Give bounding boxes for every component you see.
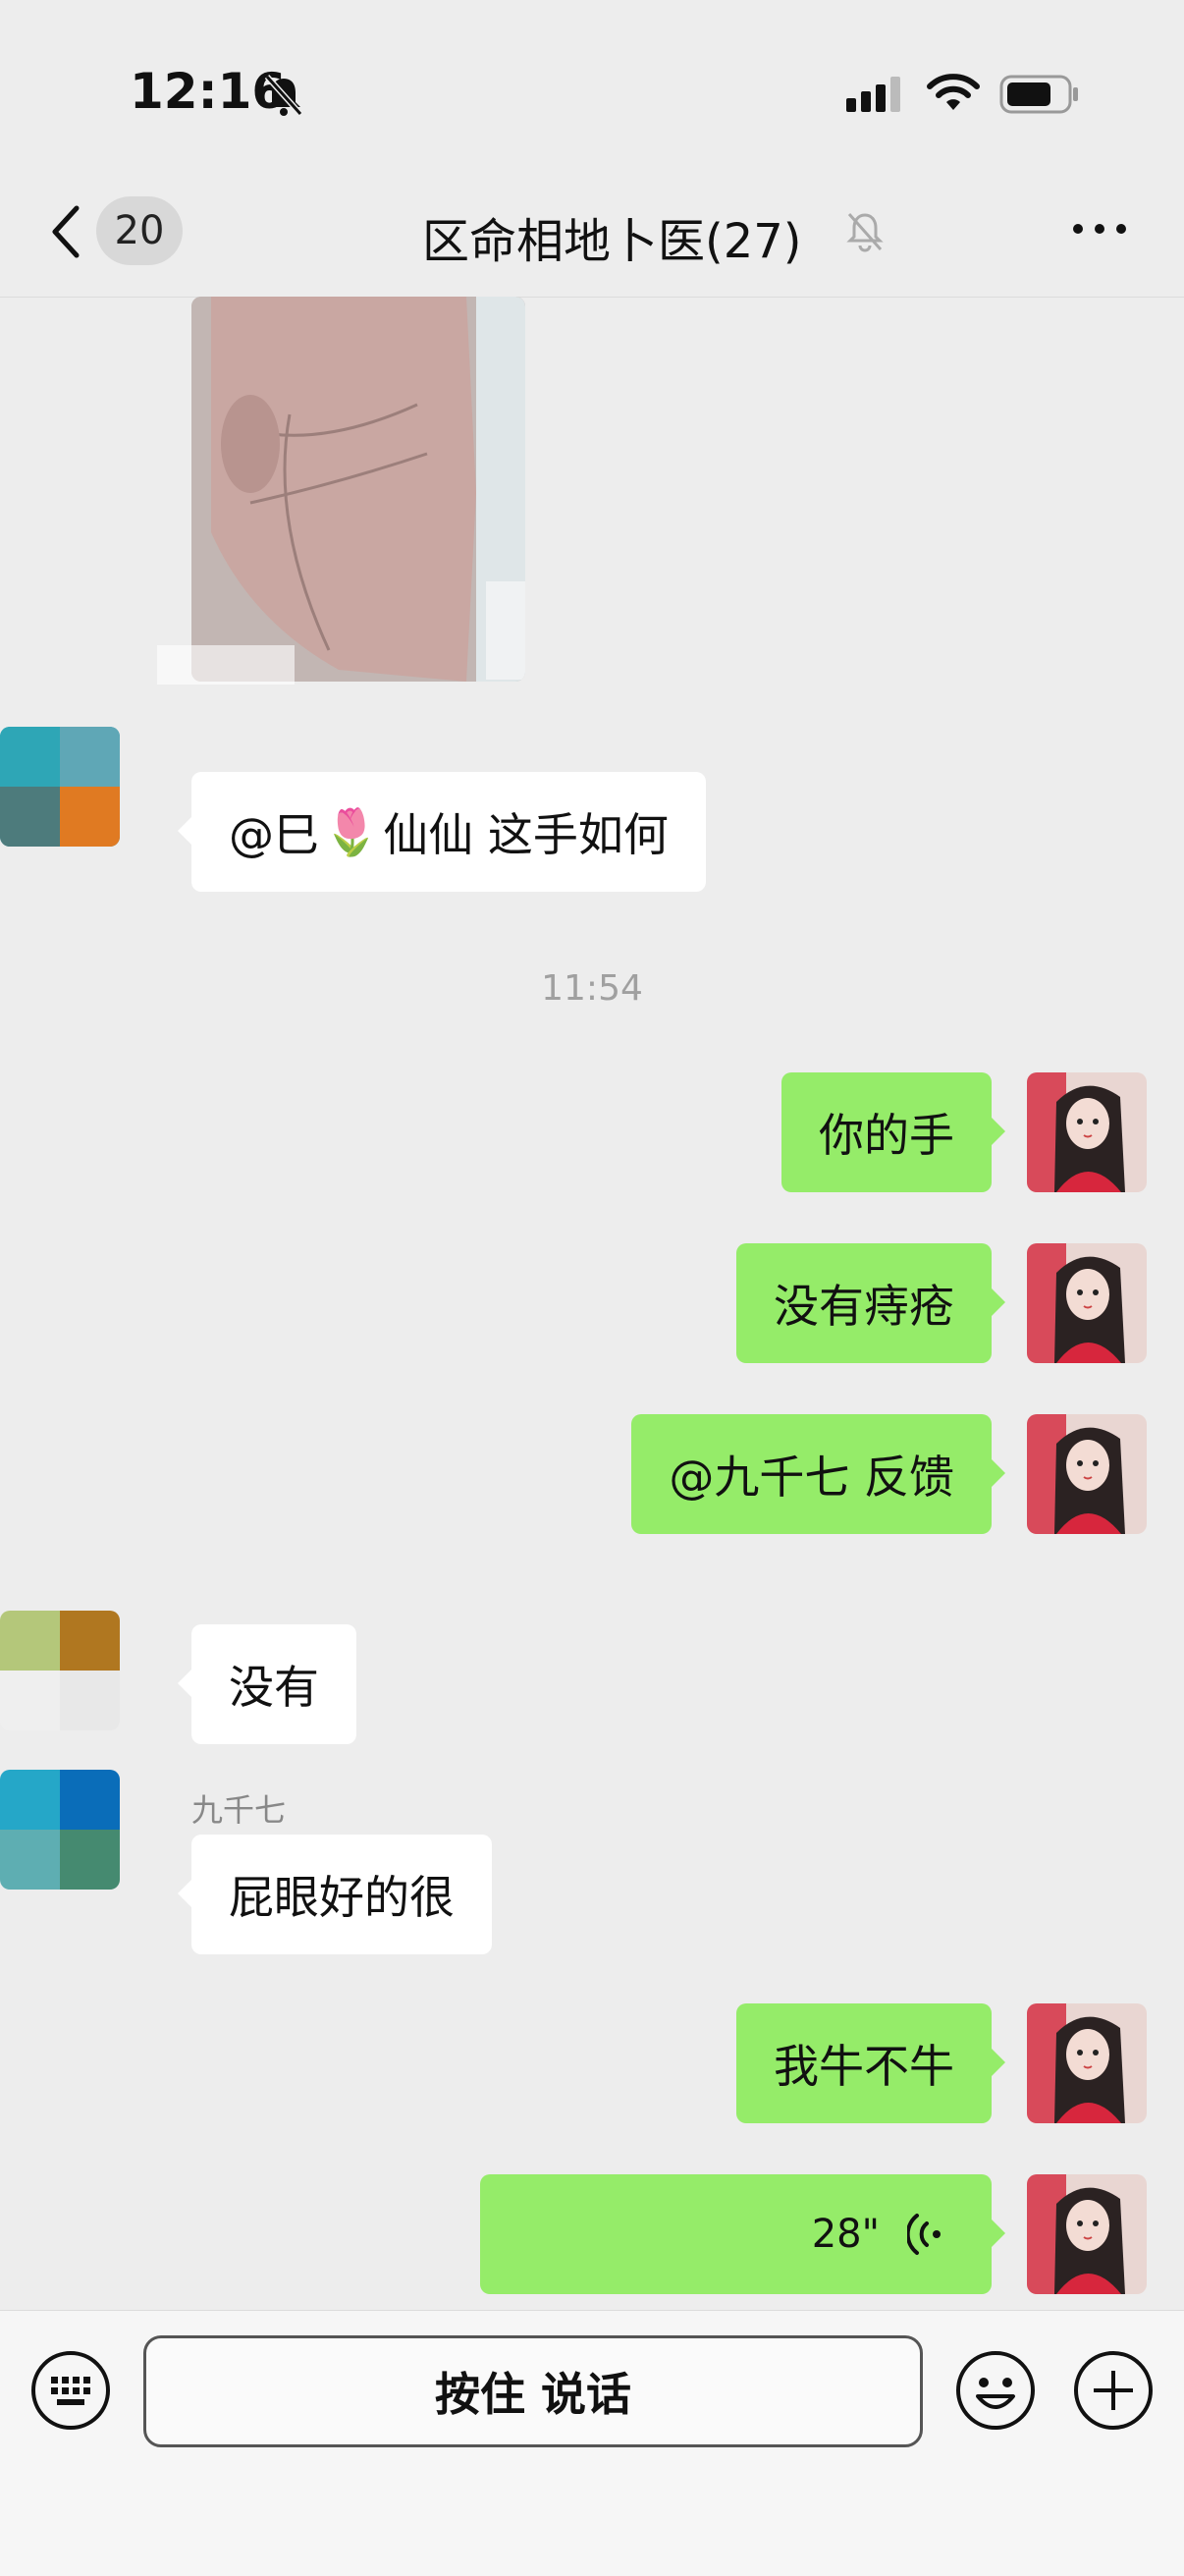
self-avatar[interactable] (1027, 2003, 1147, 2123)
battery-icon (999, 75, 1078, 114)
more-icon[interactable] (1070, 214, 1129, 244)
portrait-image (1027, 2003, 1147, 2123)
unread-count-badge[interactable]: 20 (96, 196, 183, 265)
self-avatar[interactable] (1027, 1072, 1147, 1192)
palm-illustration (191, 297, 525, 682)
mute-icon (846, 213, 884, 252)
message-bubble[interactable]: 没有 (178, 1624, 356, 1744)
portrait-image (1027, 2174, 1147, 2294)
message-timestamp: 11:54 (541, 968, 643, 1009)
message-bubble[interactable]: 你的手 (781, 1072, 1005, 1192)
message-text: 仙仙 这手如何 (383, 808, 669, 861)
portrait-image (1027, 1243, 1147, 1363)
wifi-icon (927, 74, 980, 110)
self-avatar[interactable] (1027, 1243, 1147, 1363)
message-bubble[interactable]: 我牛不牛 (736, 2003, 1005, 2123)
emoji-icon[interactable] (954, 2349, 1037, 2432)
sender-name: 九千七 (191, 1791, 287, 1829)
message-list[interactable]: @巳 🌷 仙仙 这手如何 11:54 你的手 没有痔疮 @九千七 反馈 没有 九… (0, 297, 1184, 2310)
avatar[interactable] (0, 1611, 120, 1730)
plus-icon[interactable] (1072, 2349, 1155, 2432)
message-text: 你的手 (819, 1109, 954, 1162)
message-bubble[interactable]: 没有痔疮 (736, 1243, 1005, 1363)
self-avatar[interactable] (1027, 1414, 1147, 1534)
bell-off-icon (264, 74, 303, 117)
portrait-image (1027, 1072, 1147, 1192)
tulip-emoji: 🌷 (323, 804, 380, 858)
message-bubble[interactable]: @巳 🌷 仙仙 这手如何 (178, 772, 706, 892)
voice-message-bubble[interactable]: 28" (480, 2174, 1005, 2294)
message-text: 我牛不牛 (774, 2040, 954, 2093)
chat-title[interactable]: 区命相地卜医(27) (422, 202, 802, 271)
hold-to-talk-button[interactable]: 按住 说话 (143, 2335, 923, 2447)
voice-duration: 28" (811, 2212, 880, 2257)
avatar[interactable] (0, 727, 120, 847)
message-bubble[interactable]: @九千七 反馈 (631, 1414, 1005, 1534)
self-avatar[interactable] (1027, 2174, 1147, 2294)
palm-photo-message[interactable] (191, 297, 525, 682)
image-shadow-fade (157, 645, 295, 685)
message-text: 屁眼好的很 (229, 1871, 455, 1924)
signal-icon (846, 77, 900, 112)
message-text: 没有 (229, 1661, 319, 1714)
keyboard-icon[interactable] (29, 2349, 112, 2432)
voice-wave-icon (907, 2214, 941, 2255)
message-text: 没有痔疮 (774, 1280, 954, 1333)
message-text: @巳 (229, 808, 319, 861)
back-icon[interactable] (47, 204, 86, 259)
message-bubble[interactable]: 屁眼好的很 (178, 1835, 492, 1954)
portrait-image (1027, 1414, 1147, 1534)
message-text: @九千七 反馈 (669, 1451, 954, 1504)
avatar[interactable] (0, 1770, 120, 1890)
